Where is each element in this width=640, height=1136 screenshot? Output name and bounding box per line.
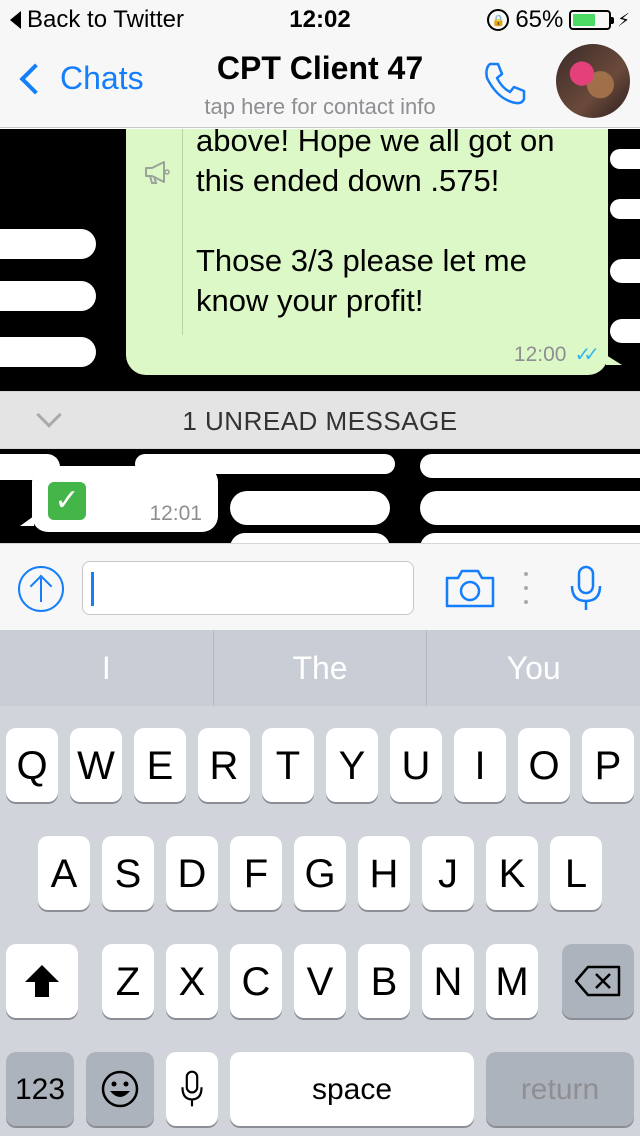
key-q[interactable]: Q [6, 728, 58, 802]
rotation-lock-icon: 🔒 [487, 9, 510, 31]
predictive-bar: I The You [0, 630, 640, 706]
wallpaper-stripe [0, 337, 96, 367]
emoji-key[interactable] [86, 1052, 154, 1126]
key-x[interactable]: X [166, 944, 218, 1018]
key-s[interactable]: S [102, 836, 154, 910]
wallpaper-stripe [610, 199, 640, 219]
message-line: know your profit! [196, 283, 424, 318]
key-u[interactable]: U [390, 728, 442, 802]
contact-info-hint[interactable]: tap here for contact info [0, 94, 640, 120]
key-j[interactable]: J [422, 836, 474, 910]
message-meta: 12:00 ✓✓ [513, 342, 600, 367]
message-input[interactable] [82, 561, 414, 615]
read-ticks-icon: ✓✓ [574, 344, 599, 366]
composer-bar [0, 543, 640, 630]
wallpaper-stripe [420, 454, 640, 478]
key-t[interactable]: T [262, 728, 314, 802]
message-line: Those 3/3 please let me [196, 243, 527, 278]
numbers-key[interactable]: 123 [6, 1052, 74, 1126]
key-y[interactable]: Y [326, 728, 378, 802]
arrow-shaft [40, 578, 42, 602]
key-n[interactable]: N [422, 944, 474, 1018]
nav-bar: Chats CPT Client 47 tap here for contact… [0, 40, 640, 128]
wallpaper-stripe [610, 259, 640, 283]
backspace-icon [574, 965, 621, 997]
phone-icon[interactable] [480, 58, 530, 108]
key-o[interactable]: O [518, 728, 570, 802]
return-key[interactable]: return [486, 1052, 634, 1126]
charging-icon: ⚡ [617, 9, 630, 30]
key-f[interactable]: F [230, 836, 282, 910]
key-c[interactable]: C [230, 944, 282, 1018]
keyboard: I The You Q W E R T Y U I O P A S D F G … [0, 630, 640, 1136]
camera-icon[interactable] [444, 566, 496, 610]
suggestion[interactable]: I [0, 630, 213, 706]
unread-label: 1 UNREAD MESSAGE [182, 406, 458, 436]
attach-upload-icon[interactable] [18, 566, 64, 612]
emoji-icon [101, 1070, 139, 1108]
backspace-key[interactable] [562, 944, 634, 1018]
contact-avatar[interactable] [556, 44, 630, 118]
wallpaper-stripe [230, 491, 390, 525]
battery-fill [573, 14, 596, 26]
outgoing-message[interactable]: above! Hope we all got on this ended dow… [126, 129, 622, 375]
message-time: 12:00 [513, 342, 567, 366]
wallpaper-stripe [0, 229, 96, 259]
key-k[interactable]: K [486, 836, 538, 910]
key-z[interactable]: Z [102, 944, 154, 1018]
broadcast-megaphone-icon [145, 161, 170, 184]
space-key[interactable]: space [230, 1052, 474, 1126]
suggestion[interactable]: You [426, 630, 640, 706]
wallpaper-stripe [0, 281, 96, 311]
suggestion[interactable]: The [212, 630, 427, 706]
key-v[interactable]: V [294, 944, 346, 1018]
status-right: 🔒 65% ⚡ [487, 6, 630, 34]
incoming-message[interactable]: ✓ 12:01 [20, 466, 218, 532]
key-r[interactable]: R [198, 728, 250, 802]
key-w[interactable]: W [70, 728, 122, 802]
shift-arrow-icon [25, 965, 59, 997]
key-p[interactable]: P [582, 728, 634, 802]
message-line: above! Hope we all got on [196, 129, 555, 158]
message-time: 12:01 [149, 502, 202, 525]
bubble-tail [20, 516, 34, 526]
dictation-mic-icon [181, 1070, 203, 1107]
microphone-icon[interactable] [566, 564, 606, 614]
contact-name[interactable]: CPT Client 47 [0, 50, 640, 87]
wallpaper-stripe [420, 491, 640, 525]
key-g[interactable]: G [294, 836, 346, 910]
unread-banner: 1 UNREAD MESSAGE [0, 391, 640, 449]
text-caret [91, 572, 94, 606]
battery-icon [569, 10, 615, 30]
battery-percent: 65% [515, 6, 564, 33]
check-mark-emoji: ✓ [48, 482, 86, 520]
message-line: this ended down .575! [196, 163, 500, 198]
key-e[interactable]: E [134, 728, 186, 802]
key-h[interactable]: H [358, 836, 410, 910]
bubble-tail [606, 355, 622, 365]
message-divider [182, 129, 183, 335]
wallpaper-stripe [420, 533, 640, 543]
message-text: above! Hope we all got on this ended dow… [196, 129, 596, 321]
dictation-key[interactable] [166, 1052, 218, 1126]
status-bar: Back to Twitter 12:02 🔒 65% ⚡ [0, 0, 640, 40]
key-b[interactable]: B [358, 944, 410, 1018]
key-a[interactable]: A [38, 836, 90, 910]
key-d[interactable]: D [166, 836, 218, 910]
shift-key[interactable] [6, 944, 78, 1018]
key-i[interactable]: I [454, 728, 506, 802]
chat-area[interactable]: above! Hope we all got on this ended dow… [0, 129, 640, 543]
key-m[interactable]: M [486, 944, 538, 1018]
wallpaper-stripe [610, 319, 640, 343]
wallpaper-stripe [230, 533, 390, 543]
key-l[interactable]: L [550, 836, 602, 910]
wallpaper-stripe [610, 149, 640, 169]
more-dots-icon [522, 572, 530, 604]
